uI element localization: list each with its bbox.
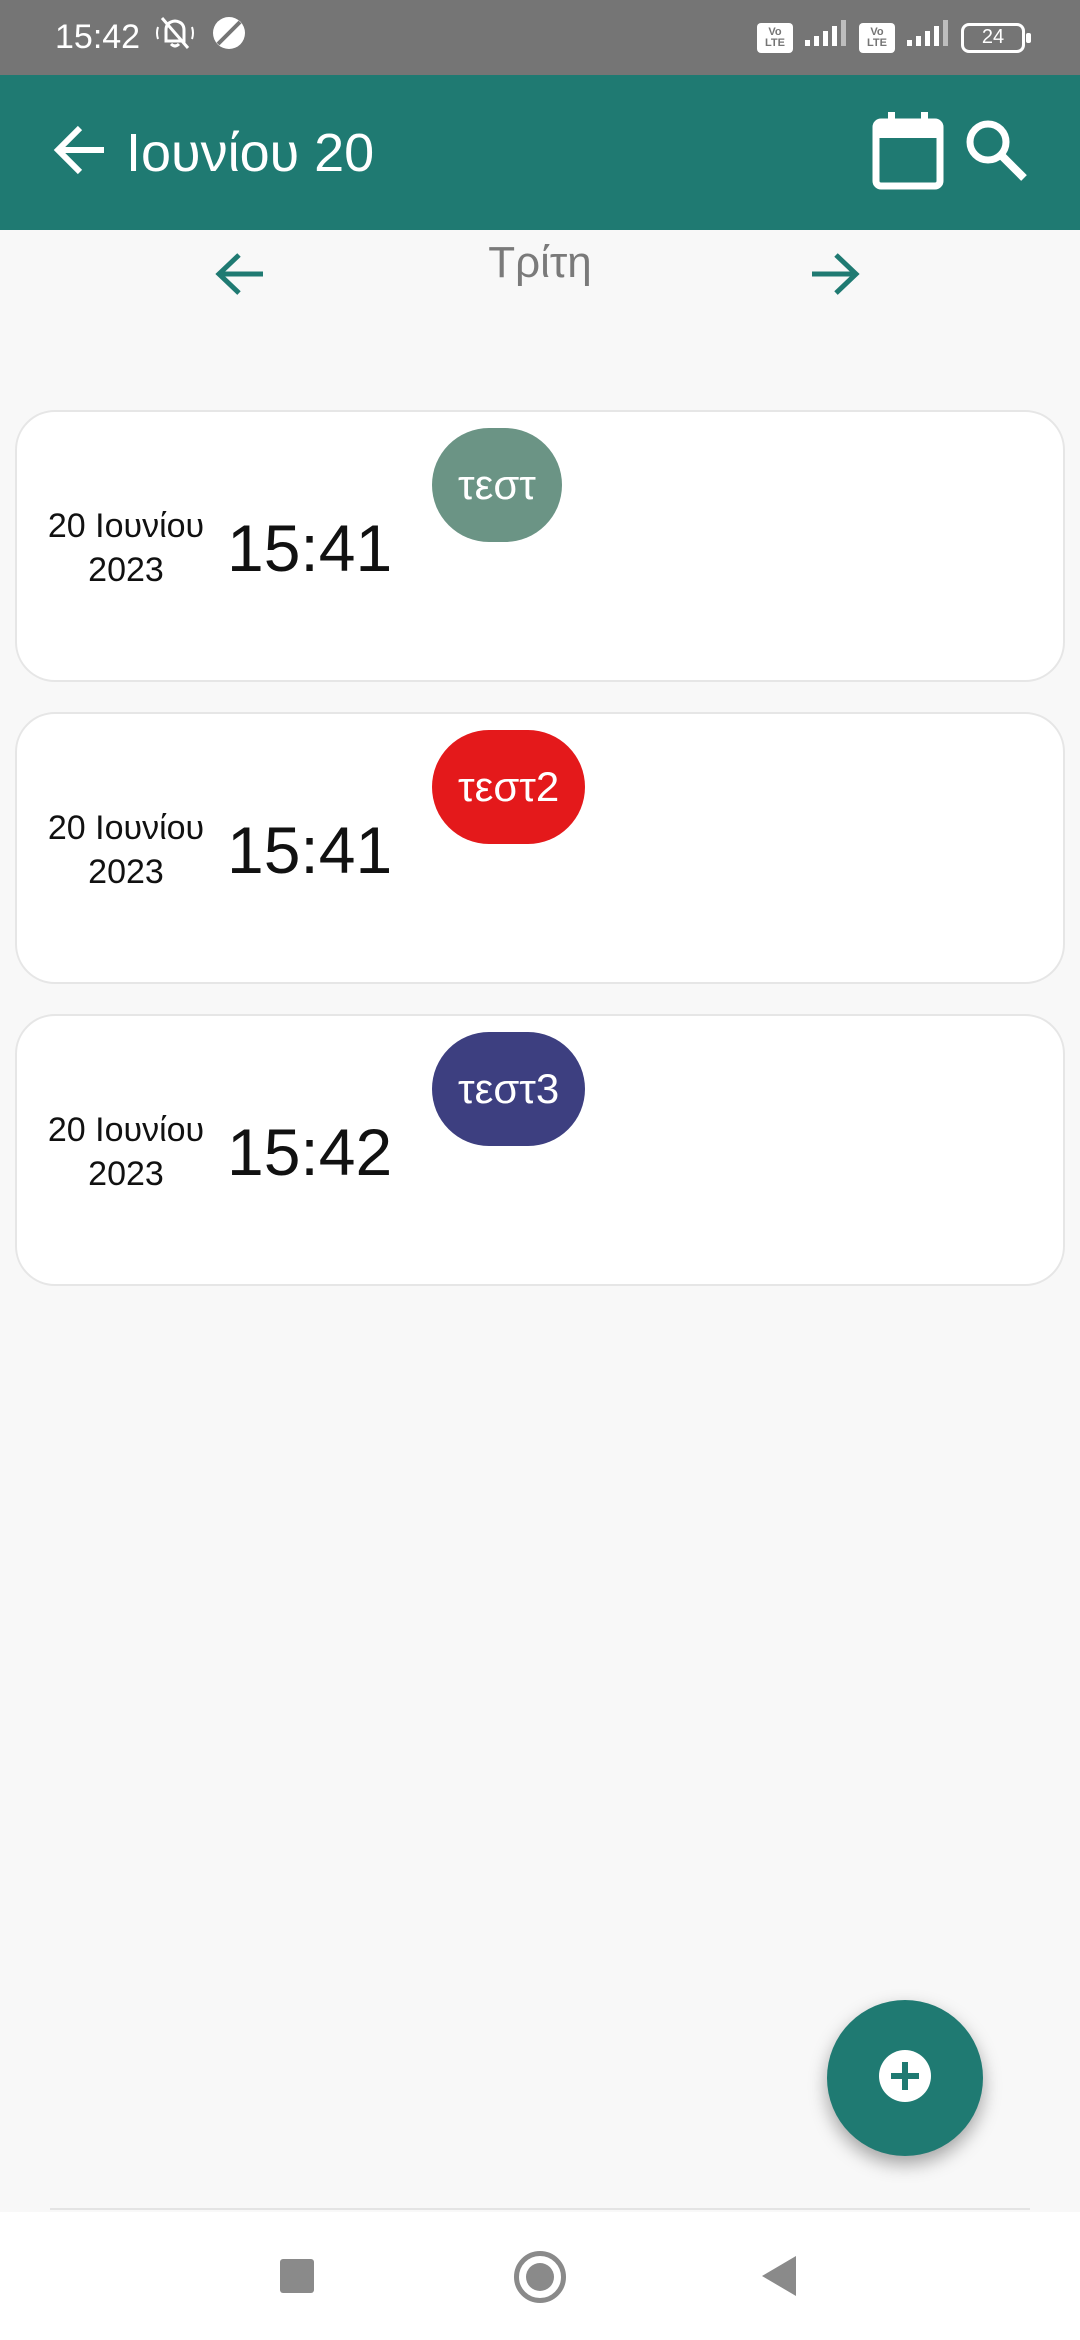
signal-icon-1 — [803, 18, 849, 57]
entry-date: 20 Ιουνίου 2023 — [47, 1111, 205, 1193]
volte-icon-2: Vo LTE — [859, 22, 895, 53]
tag-chip[interactable]: τεστ2 — [432, 730, 586, 844]
search-icon[interactable] — [962, 116, 1030, 189]
recents-icon[interactable] — [280, 2259, 314, 2293]
divider — [50, 2208, 1030, 2210]
app-bar: Ιουνίου 20 — [0, 75, 1080, 230]
battery-icon: 24 — [961, 22, 1031, 53]
signal-icon-2 — [905, 18, 951, 57]
add-entry-button[interactable] — [827, 2000, 983, 2156]
do-not-disturb-icon — [210, 14, 248, 61]
tag-chip[interactable]: τεστ3 — [432, 1032, 586, 1146]
page-title: Ιουνίου 20 — [126, 122, 375, 183]
entry-card[interactable]: 20 Ιουνίου 2023 15:42 τεστ3 — [15, 1014, 1065, 1286]
add-circle-icon — [877, 2048, 933, 2109]
entry-time: 15:41 — [227, 511, 393, 585]
entry-time: 15:41 — [227, 813, 393, 887]
entry-time: 15:42 — [227, 1115, 393, 1189]
status-time: 15:42 — [55, 18, 141, 56]
day-label: Τρίτη — [488, 238, 592, 287]
volte-icon-1: Vo LTE — [757, 22, 793, 53]
entry-date: 20 Ιουνίου 2023 — [47, 507, 205, 589]
entry-card[interactable]: 20 Ιουνίου 2023 15:41 τεστ2 — [15, 712, 1065, 984]
arrow-back-icon[interactable] — [50, 120, 110, 185]
day-navigation: Τρίτη — [0, 230, 1080, 320]
calendar-icon[interactable] — [872, 110, 944, 195]
entry-card[interactable]: 20 Ιουνίου 2023 15:41 τεστ — [15, 410, 1065, 682]
tag-chip[interactable]: τεστ — [432, 428, 562, 542]
status-bar: 15:42 Vo LTE Vo LTE 24 — [0, 0, 1080, 75]
system-back-icon[interactable] — [762, 2256, 796, 2296]
battery-level: 24 — [981, 26, 1005, 48]
arrow-right-icon[interactable] — [810, 252, 860, 301]
home-icon[interactable] — [514, 2251, 566, 2303]
muted-bell-icon — [154, 15, 196, 60]
system-navigation-bar — [0, 2212, 1080, 2340]
entry-date: 20 Ιουνίου 2023 — [47, 809, 205, 891]
